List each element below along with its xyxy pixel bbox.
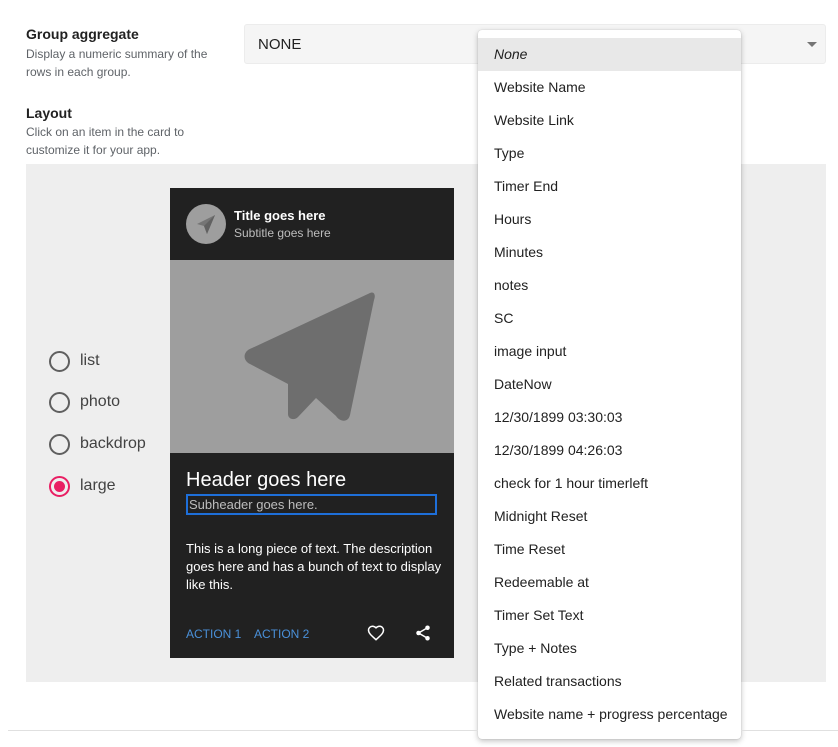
dropdown-option[interactable]: Midnight Reset <box>478 500 741 533</box>
heart-icon[interactable] <box>367 624 385 642</box>
layout-option-backdrop[interactable]: backdrop <box>49 433 146 455</box>
card-preview: Title goes here Subtitle goes here Heade… <box>170 188 454 658</box>
divider <box>741 730 838 731</box>
card-header[interactable]: Header goes here <box>186 469 346 492</box>
radio-unchecked-icon[interactable] <box>49 433 70 455</box>
card-subheader[interactable]: Subheader goes here. <box>186 494 437 515</box>
dropdown-option[interactable]: SC <box>478 302 741 335</box>
dropdown-option[interactable]: 12/30/1899 04:26:03 <box>478 434 741 467</box>
dropdown-option[interactable]: DateNow <box>478 368 741 401</box>
dropdown-option[interactable]: Website Link <box>478 104 741 137</box>
share-icon[interactable] <box>414 624 432 642</box>
radio-unchecked-icon[interactable] <box>49 350 70 372</box>
layout-description: Click on an item in the card to customiz… <box>26 125 185 157</box>
group-aggregate-dropdown-menu[interactable]: None Website Name Website Link Type Time… <box>478 30 741 739</box>
divider <box>8 730 478 731</box>
dropdown-option[interactable]: Website Name <box>478 71 741 104</box>
dropdown-option[interactable]: Hours <box>478 203 741 236</box>
dropdown-option[interactable]: Related transactions <box>478 665 741 698</box>
layout-option-list[interactable]: list <box>49 350 100 372</box>
dropdown-option[interactable]: Timer End <box>478 170 741 203</box>
dropdown-option[interactable]: None <box>478 38 741 71</box>
dropdown-option[interactable]: image input <box>478 335 741 368</box>
layout-option-label: list <box>80 352 100 369</box>
send-icon <box>197 215 215 234</box>
layout-option-label: backdrop <box>80 435 146 452</box>
card-description[interactable]: This is a long piece of text. The descri… <box>186 540 442 594</box>
dropdown-option[interactable]: 12/30/1899 03:30:03 <box>478 401 741 434</box>
radio-checked-icon[interactable] <box>49 475 70 497</box>
dropdown-option[interactable]: Type <box>478 137 741 170</box>
layout-option-label: large <box>80 477 116 494</box>
dropdown-option[interactable]: Time Reset <box>478 533 741 566</box>
group-aggregate-description: Display a numeric summary of the rows in… <box>26 47 208 79</box>
send-icon <box>244 292 375 421</box>
dropdown-option[interactable]: Type + Notes <box>478 632 741 665</box>
group-aggregate-title: Group aggregate <box>26 26 139 42</box>
dropdown-option[interactable]: Timer Set Text <box>478 599 741 632</box>
card-title[interactable]: Title goes here <box>234 208 326 223</box>
layout-option-photo[interactable]: photo <box>49 391 120 413</box>
dropdown-option[interactable]: check for 1 hour timerleft <box>478 467 741 500</box>
group-aggregate-select-value: NONE <box>258 36 302 53</box>
card-image[interactable] <box>170 260 454 453</box>
dropdown-option[interactable]: Website name + progress percentage <box>478 698 741 731</box>
card-action-2[interactable]: ACTION 2 <box>254 627 309 641</box>
dropdown-option[interactable]: Redeemable at <box>478 566 741 599</box>
layout-title: Layout <box>26 105 72 121</box>
dropdown-option[interactable]: notes <box>478 269 741 302</box>
avatar[interactable] <box>186 204 226 244</box>
dropdown-option[interactable]: Minutes <box>478 236 741 269</box>
layout-option-label: photo <box>80 393 121 410</box>
dropdown-arrow-icon <box>807 42 817 47</box>
card-subtitle[interactable]: Subtitle goes here <box>234 226 331 240</box>
layout-option-large[interactable]: large <box>49 475 116 497</box>
radio-unchecked-icon[interactable] <box>49 391 70 413</box>
card-action-1[interactable]: ACTION 1 <box>186 627 241 641</box>
